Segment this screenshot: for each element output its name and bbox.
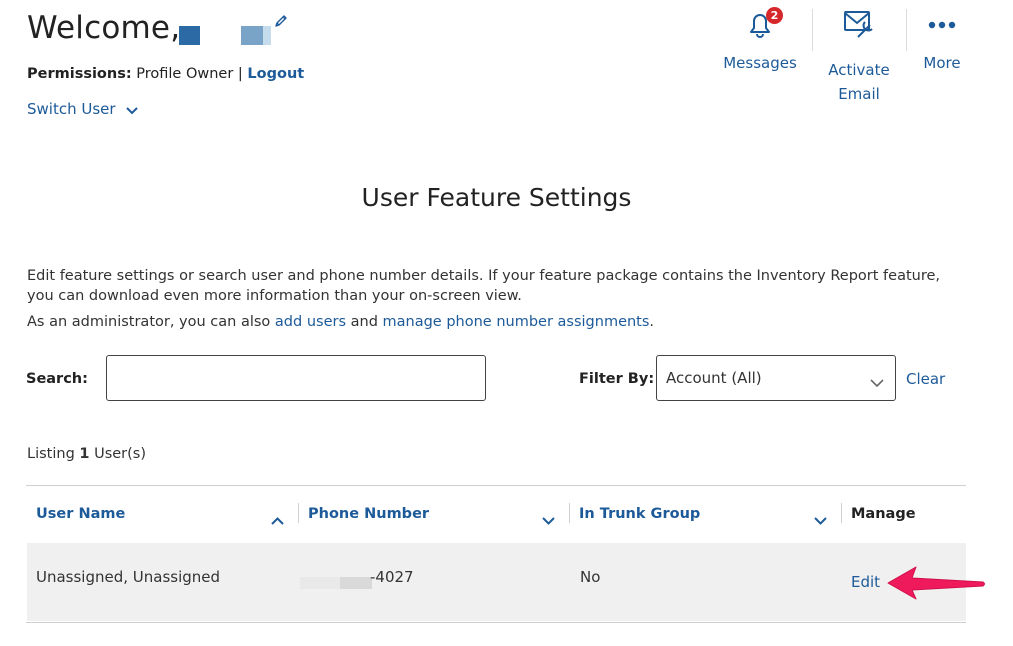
page-description: Edit feature settings or search user and… [27,268,941,304]
listing-count: Listing 1 User(s) [27,446,146,462]
welcome-heading: Welcome, [27,10,180,46]
activate-email-nav[interactable]: Activate Email [817,7,901,106]
manage-phone-assignments-link[interactable]: manage phone number assignments [383,314,650,330]
cell-user-name: Unassigned, Unassigned [36,568,221,586]
add-users-link[interactable]: add users [275,314,346,330]
column-separator [298,503,299,523]
bell-icon [715,7,805,40]
permissions-separator: | [237,66,243,82]
table-top-border [26,485,966,486]
sort-desc-icon[interactable] [542,510,555,529]
cell-phone-number: -4027 [370,568,414,586]
admin-note: As an administrator, you can also add us… [27,314,654,330]
messages-badge: 2 [766,7,783,24]
page-title: User Feature Settings [361,183,632,212]
cell-in-trunk-group: No [580,568,601,586]
switch-user-label: Switch User [27,100,116,118]
listing-prefix: Listing [27,446,80,462]
nav-divider [812,9,813,51]
messages-nav[interactable]: Messages [715,7,805,75]
more-label: More [923,54,961,72]
logout-link[interactable]: Logout [247,66,304,82]
envelope-gear-icon [817,7,901,44]
column-separator-3 [841,503,842,523]
listing-suffix: User(s) [89,446,147,462]
chevron-down-icon [126,101,139,119]
more-dots-icon [912,7,972,40]
sort-asc-icon[interactable] [271,510,284,529]
col-header-manage: Manage [851,506,916,522]
annotation-arrow-icon [884,563,988,607]
col-header-user-name[interactable]: User Name [36,506,125,522]
search-label: Search: [26,371,88,387]
column-separator-2 [569,503,570,523]
messages-label: Messages [723,54,797,72]
edit-user-link[interactable]: Edit [851,573,880,591]
pencil-icon[interactable] [273,13,289,34]
col-header-in-trunk-group[interactable]: In Trunk Group [579,506,700,522]
redacted-phone-block [300,577,340,589]
redacted-phone-block-2 [340,577,372,589]
admin-note-middle: and [346,314,383,330]
redacted-name-block-2 [241,26,263,45]
sort-desc-icon-2[interactable] [814,510,827,529]
table-bottom-border [26,622,966,623]
more-nav[interactable]: More [912,7,972,75]
nav-divider-2 [906,9,907,51]
activate-email-line1: Activate [828,61,890,79]
col-header-phone-number[interactable]: Phone Number [308,506,429,522]
activate-email-line2: Email [838,85,880,103]
search-input[interactable] [106,355,486,401]
filter-label: Filter By: [579,371,655,387]
clear-filter-link[interactable]: Clear [906,370,945,388]
permissions-label: Permissions: [27,66,132,82]
admin-note-prefix: As an administrator, you can also [27,314,275,330]
admin-note-suffix: . [649,314,655,330]
permissions-line: Permissions: Profile Owner | Logout [27,66,304,82]
switch-user-dropdown[interactable]: Switch User [27,100,139,119]
permissions-value: Profile Owner [136,66,234,82]
listing-number: 1 [79,446,90,462]
filter-selected-value: Account (All) [666,369,762,387]
chevron-down-icon [870,373,884,392]
welcome-text: Welcome, [27,10,181,46]
filter-select[interactable]: Account (All) [656,355,896,401]
redacted-name-block [179,26,200,45]
redacted-name-block-3 [263,26,271,45]
